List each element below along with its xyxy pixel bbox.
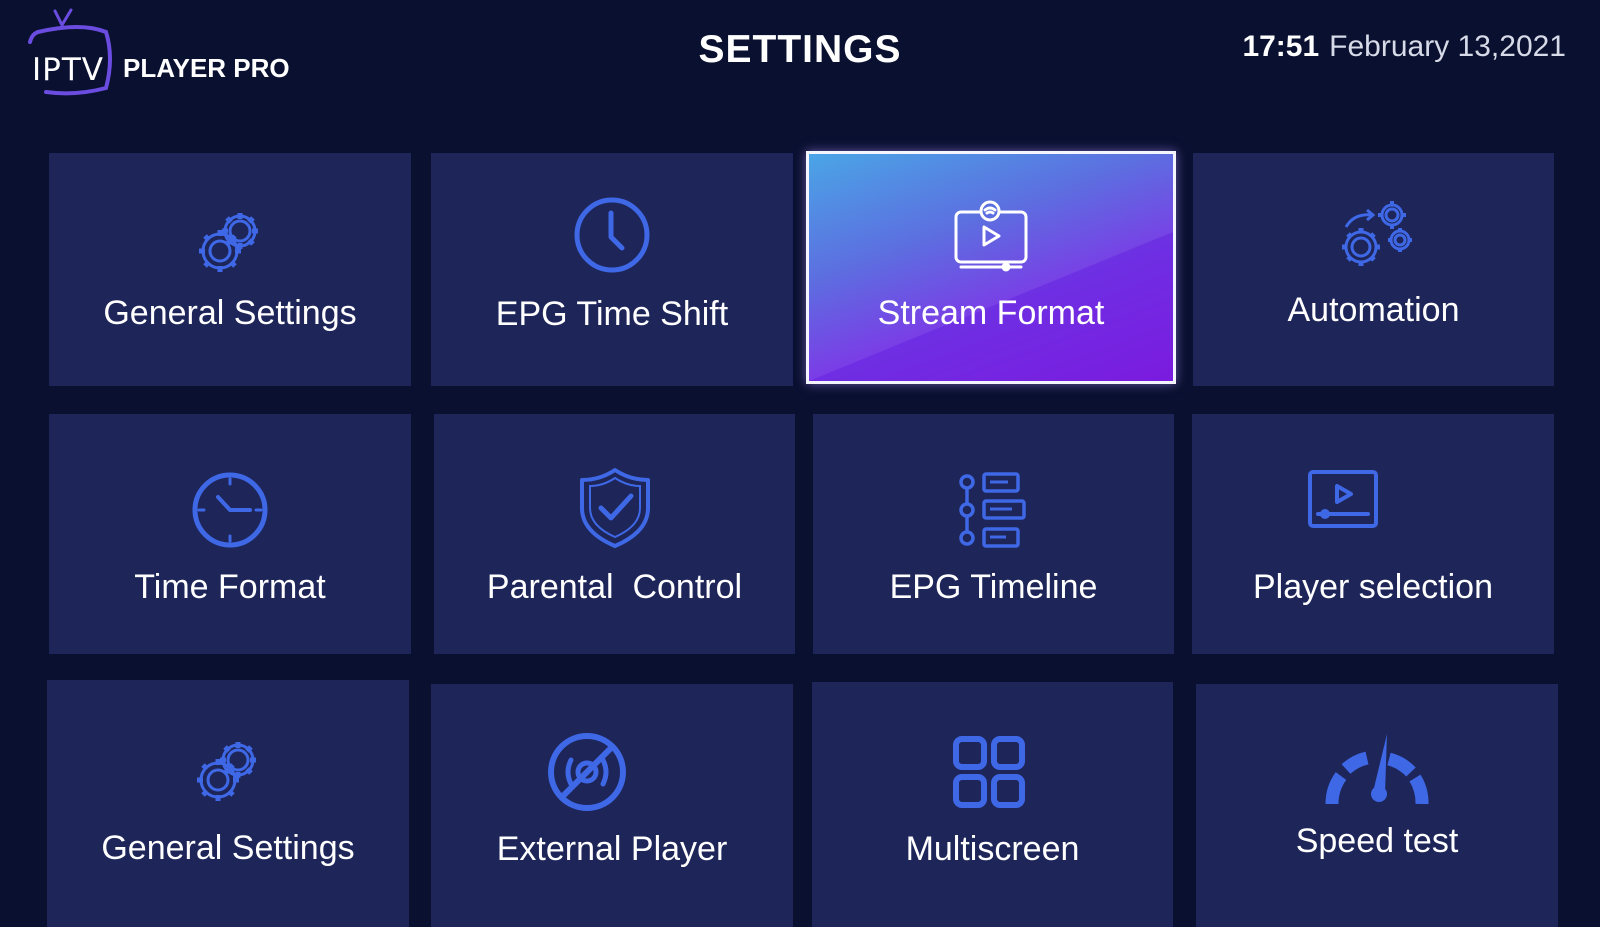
shield-check-icon: [579, 468, 650, 548]
page-title: SETTINGS: [698, 28, 902, 71]
tile-label: Speed test: [1295, 822, 1459, 860]
tile-speed-test[interactable]: Speed test: [1196, 684, 1558, 927]
tile-label: Stream Format: [877, 294, 1105, 332]
grid-icon: [952, 736, 1025, 808]
tile-label: General Settings: [103, 294, 357, 332]
stream-screen-icon: [954, 200, 1028, 272]
speedometer-icon: [1325, 734, 1429, 805]
tile-player-selection[interactable]: Player selection: [1192, 414, 1554, 654]
tile-external-player[interactable]: External Player: [431, 684, 793, 927]
logo-iptv-text: IPTV: [32, 52, 104, 88]
tile-label: Player selection: [1252, 568, 1493, 606]
automation-gears-icon: [1341, 201, 1412, 266]
tile-label: General Settings: [101, 829, 355, 867]
app-logo: IPTV PLAYER PRO: [26, 8, 296, 98]
tile-label: External Player: [496, 830, 728, 868]
clock-time: 17:51: [1242, 30, 1320, 63]
clock-face-icon: [192, 472, 268, 548]
tile-label: Automation: [1287, 291, 1460, 329]
tile-epg-time-shift[interactable]: EPG Time Shift: [431, 153, 793, 386]
tile-label: EPG Timeline: [889, 568, 1098, 606]
tile-multiscreen[interactable]: Multiscreen: [812, 682, 1173, 927]
settings-screen: IPTV PLAYER PRO SETTINGS 17:51 February 1…: [0, 0, 1600, 927]
tile-label: Multiscreen: [905, 830, 1080, 868]
tile-parental-control[interactable]: Parental Control: [434, 414, 795, 654]
tile-epg-timeline[interactable]: EPG Timeline: [813, 414, 1174, 654]
tile-time-format[interactable]: Time Format: [49, 414, 411, 654]
player-screen-icon: [1308, 470, 1379, 528]
tile-automation[interactable]: Automation: [1193, 153, 1554, 386]
timeline-icon: [958, 472, 1026, 548]
brand-name: PLAYER PRO: [123, 53, 290, 83]
tile-general-settings-2[interactable]: General Settings: [47, 680, 409, 927]
no-disc-icon: [547, 733, 626, 811]
tile-general-settings[interactable]: General Settings: [49, 153, 411, 386]
clock-icon: [574, 197, 650, 273]
tile-stream-format[interactable]: Stream Format: [806, 151, 1176, 384]
gears-icon: [197, 742, 256, 801]
tile-label: Time Format: [134, 568, 326, 606]
clock-date: February 13,2021: [1329, 30, 1566, 63]
tile-label: Parental Control: [486, 568, 743, 606]
clock: 17:51 February 13,2021: [1242, 30, 1566, 64]
gears-icon: [199, 213, 258, 272]
tile-label: EPG Time Shift: [495, 295, 729, 333]
